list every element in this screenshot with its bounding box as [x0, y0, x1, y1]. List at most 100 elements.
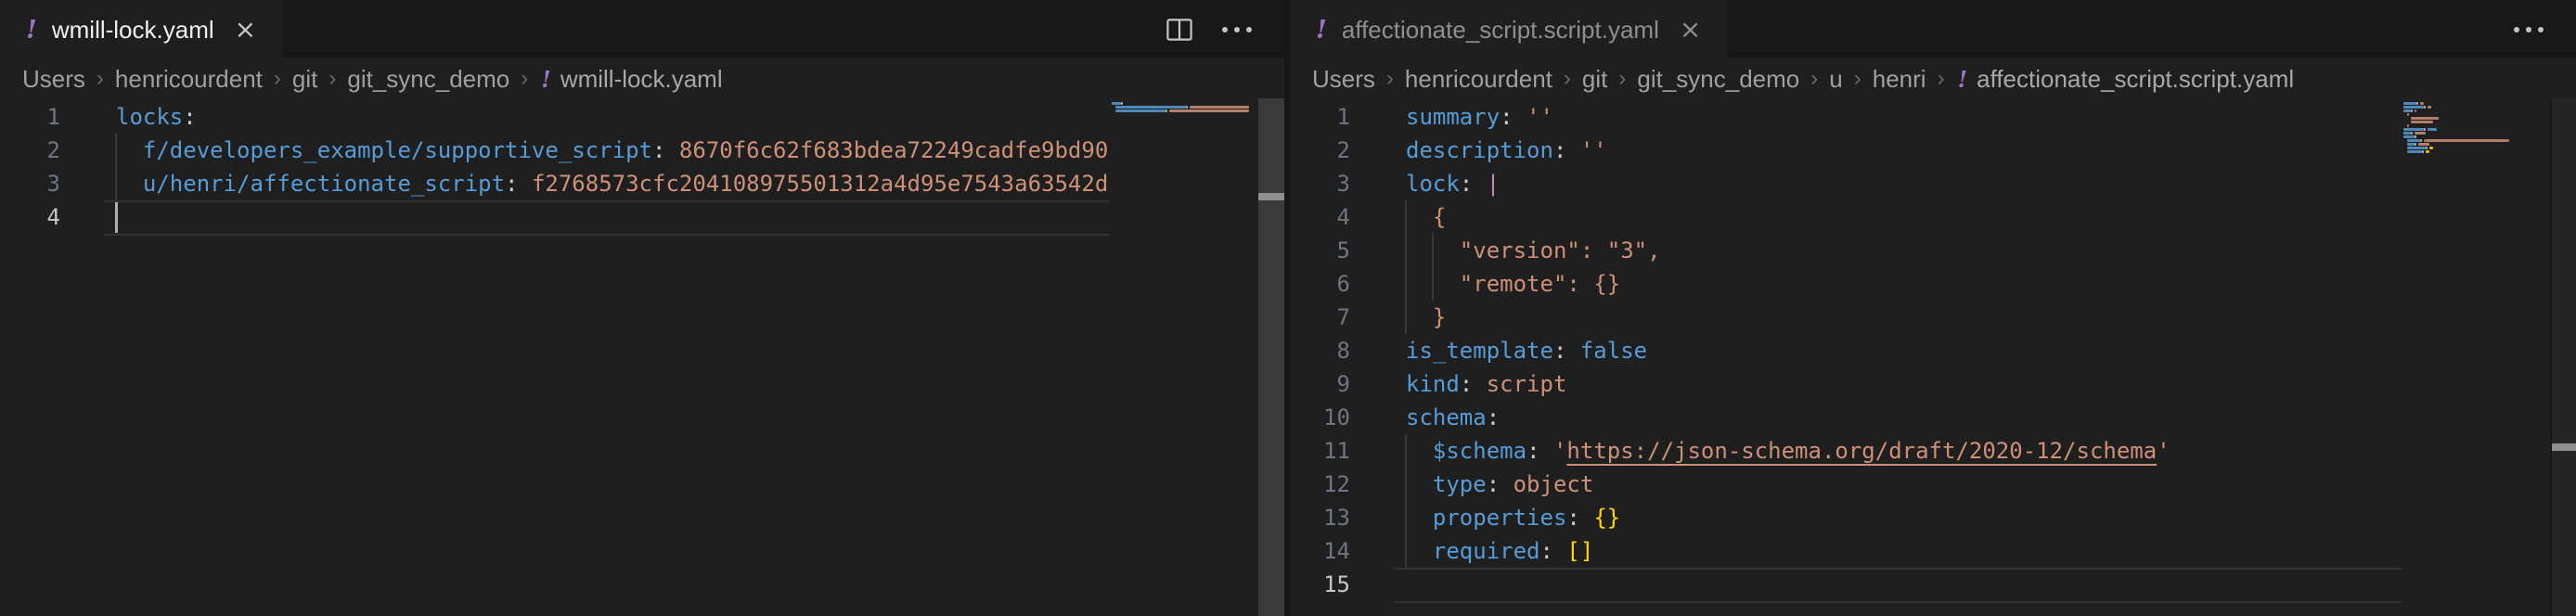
code-line-text: "remote": {}: [1350, 267, 2403, 301]
code-line[interactable]: 15: [1290, 568, 2403, 601]
code-line[interactable]: 10schema:: [1290, 401, 2403, 434]
line-number: 2: [0, 134, 60, 167]
line-number: 7: [1290, 301, 1350, 334]
code-line-text: description: '': [1350, 134, 2403, 167]
minimap-right[interactable]: [2403, 98, 2550, 616]
indent-guide: [1405, 501, 1407, 534]
more-actions-icon[interactable]: [1221, 14, 1253, 45]
split-editor-icon[interactable]: [1164, 14, 1195, 45]
breadcrumb-file[interactable]: affectionate_script.script.yaml: [1977, 65, 2294, 94]
vscode-editor-area: ! wmill-lock.yaml × Users › henricourdent ›…: [0, 0, 2576, 616]
code-line[interactable]: 2description: '': [1290, 134, 2403, 167]
tab-wmill-lock-yaml[interactable]: ! wmill-lock.yaml ×: [0, 0, 282, 59]
breadcrumb-file[interactable]: wmill-lock.yaml: [560, 65, 723, 94]
indent-guide: [1432, 234, 1434, 267]
breadcrumb-item[interactable]: git: [292, 65, 317, 94]
code-line[interactable]: 8is_template: false: [1290, 334, 2403, 367]
editor-left[interactable]: 1locks:2 f/developers_example/supportive…: [0, 98, 1284, 616]
breadcrumb-item[interactable]: henricourdent: [115, 65, 263, 94]
overview-ruler-cursor-marker: [1258, 193, 1284, 200]
text-cursor: [115, 201, 118, 233]
editor-group-right: ! affectionate_script.script.yaml × User…: [1290, 0, 2576, 616]
code-line[interactable]: 9kind: script: [1290, 367, 2403, 401]
editor-group-left: ! wmill-lock.yaml × Users › henricourdent ›…: [0, 0, 1284, 616]
code-line[interactable]: 2 f/developers_example/supportive_script…: [0, 134, 1112, 167]
code-line[interactable]: 12 type: object: [1290, 468, 2403, 501]
indent-guide: [115, 134, 117, 167]
code-line-text: $schema: 'https://json-schema.org/draft/…: [1350, 434, 2403, 468]
code-line[interactable]: 7 }: [1290, 301, 2403, 334]
line-number: 3: [0, 167, 60, 200]
code-line-text: }: [1350, 301, 2403, 334]
code-line[interactable]: 5 "version": "3",: [1290, 234, 2403, 267]
code-line[interactable]: 4: [0, 200, 1112, 234]
editor-actions: [1164, 0, 1284, 58]
breadcrumb-left: Users›henricourdent›git›git_sync_demo›!w…: [0, 59, 1284, 98]
breadcrumb-item[interactable]: u: [1829, 65, 1842, 94]
tab-label: wmill-lock.yaml: [52, 16, 214, 45]
line-number: 11: [1290, 434, 1350, 468]
tab-label: affectionate_script.script.yaml: [1342, 16, 1659, 45]
line-number: 6: [1290, 267, 1350, 301]
breadcrumb-item[interactable]: Users: [22, 65, 85, 94]
code-area-left[interactable]: 1locks:2 f/developers_example/supportive…: [0, 100, 1112, 616]
editor-right[interactable]: 1summary: ''2description: ''3lock: |4 {5…: [1290, 98, 2576, 616]
line-number: 8: [1290, 334, 1350, 367]
minimap-left[interactable]: [1112, 98, 1258, 616]
breadcrumb-item[interactable]: git: [1582, 65, 1607, 94]
indent-guide: [1405, 267, 1407, 301]
breadcrumb-item[interactable]: Users: [1312, 65, 1375, 94]
yaml-file-icon: !: [26, 16, 37, 45]
breadcrumb-item[interactable]: git_sync_demo: [347, 65, 509, 94]
code-line-text: locks:: [60, 100, 1112, 134]
code-line[interactable]: 13 properties: {}: [1290, 501, 2403, 534]
code-line[interactable]: 11 $schema: 'https://json-schema.org/dra…: [1290, 434, 2403, 468]
code-line-text: schema:: [1350, 401, 2403, 434]
code-line-text: properties: {}: [1350, 501, 2403, 534]
code-line[interactable]: 3 u/henri/affectionate_script: f2768573c…: [0, 167, 1112, 200]
line-number: 3: [1290, 167, 1350, 200]
indent-guide: [1405, 534, 1407, 568]
code-line-text: summary: '': [1350, 100, 2403, 134]
close-tab-icon[interactable]: ×: [1680, 17, 1701, 43]
code-line[interactable]: 1summary: '': [1290, 100, 2403, 134]
breadcrumb-separator-icon: ›: [1618, 66, 1626, 92]
code-line-text: {: [1350, 200, 2403, 234]
yaml-file-icon: !: [1316, 16, 1327, 45]
code-line-text: u/henri/affectionate_script: f2768573cfc…: [60, 167, 1112, 200]
breadcrumb-separator-icon: ›: [97, 66, 104, 92]
breadcrumb-right: Users›henricourdent›git›git_sync_demo›u›…: [1290, 59, 2576, 98]
code-line-text: is_template: false: [1350, 334, 2403, 367]
breadcrumb-separator-icon: ›: [1810, 66, 1818, 92]
indent-guide: [1405, 234, 1407, 267]
line-number: 1: [1290, 100, 1350, 134]
breadcrumb-item[interactable]: git_sync_demo: [1637, 65, 1799, 94]
line-number: 15: [1290, 568, 1350, 601]
tab-affectionate-script-yaml[interactable]: ! affectionate_script.script.yaml ×: [1290, 0, 1727, 59]
indent-guide: [1432, 267, 1434, 301]
breadcrumb-item[interactable]: henri: [1873, 65, 1926, 94]
scrollbar-right[interactable]: [2550, 98, 2576, 616]
scrollbar-left[interactable]: [1258, 98, 1284, 616]
line-number: 14: [1290, 534, 1350, 568]
code-line[interactable]: 1locks:: [0, 100, 1112, 134]
indent-guide: [1405, 434, 1407, 468]
code-area-right[interactable]: 1summary: ''2description: ''3lock: |4 {5…: [1290, 100, 2403, 616]
more-actions-icon[interactable]: [2513, 14, 2544, 45]
code-line[interactable]: 3lock: |: [1290, 167, 2403, 200]
indent-guide: [115, 167, 117, 200]
code-line[interactable]: 6 "remote": {}: [1290, 267, 2403, 301]
line-number: 9: [1290, 367, 1350, 401]
code-line-text: lock: |: [1350, 167, 2403, 200]
breadcrumb-separator-icon: ›: [521, 66, 528, 92]
line-number: 12: [1290, 468, 1350, 501]
line-number: 10: [1290, 401, 1350, 434]
code-line[interactable]: 14 required: []: [1290, 534, 2403, 568]
code-line[interactable]: 4 {: [1290, 200, 2403, 234]
code-line-text: kind: script: [1350, 367, 2403, 401]
breadcrumb-separator-icon: ›: [1386, 66, 1394, 92]
close-tab-icon[interactable]: ×: [235, 17, 256, 43]
breadcrumb-separator-icon: ›: [274, 66, 281, 92]
editor-actions: [2513, 0, 2576, 58]
breadcrumb-item[interactable]: henricourdent: [1405, 65, 1552, 94]
